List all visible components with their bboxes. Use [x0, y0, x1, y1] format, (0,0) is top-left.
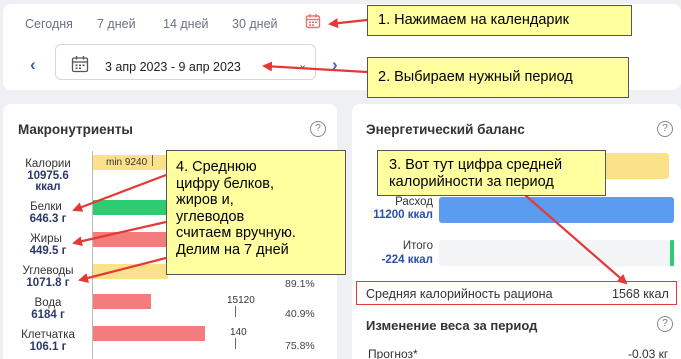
callout-1: 1. Нажимаем на календарик	[367, 5, 632, 36]
callout-2: 2. Выбираем нужный период	[367, 57, 629, 98]
callout-3: 3. Вот тут цифра средней калорийности за…	[377, 150, 606, 196]
callout-4: 4. Среднюю цифру белков, жиров и, углево…	[166, 150, 346, 275]
